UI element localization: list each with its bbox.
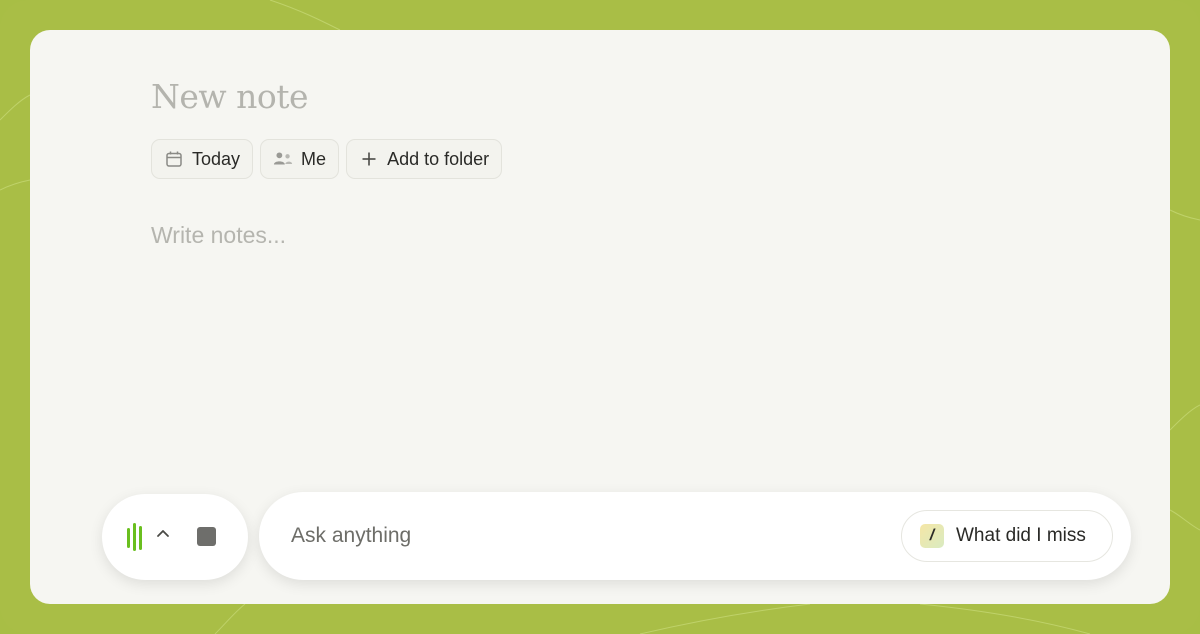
- date-chip-label: Today: [192, 148, 241, 169]
- add-to-folder-button[interactable]: Add to folder: [346, 139, 503, 179]
- plus-icon: [359, 149, 379, 169]
- note-card: New note Today Me Add to folder Write no…: [30, 30, 1170, 604]
- app-frame: New note Today Me Add to folder Write no…: [0, 0, 1200, 634]
- attendees-chip-button[interactable]: Me: [260, 139, 340, 179]
- people-icon: [273, 149, 293, 169]
- ask-bar[interactable]: Ask anything / What did I miss: [259, 492, 1131, 580]
- date-chip-button[interactable]: Today: [151, 139, 254, 179]
- audio-bars-icon[interactable]: [126, 522, 148, 557]
- note-body-editor[interactable]: Write notes...: [151, 222, 286, 249]
- recording-control: [102, 494, 248, 580]
- ask-input[interactable]: Ask anything: [291, 524, 411, 548]
- chevron-up-icon[interactable]: [156, 526, 170, 545]
- stop-icon[interactable]: [197, 527, 216, 546]
- what-did-i-miss-button[interactable]: / What did I miss: [901, 510, 1113, 562]
- attendees-chip-label: Me: [301, 148, 327, 169]
- add-to-folder-label: Add to folder: [387, 148, 490, 169]
- calendar-icon: [164, 149, 184, 169]
- what-did-i-miss-label: What did I miss: [956, 525, 1086, 546]
- note-meta-chips: Today Me Add to folder: [151, 139, 503, 179]
- note-title-field[interactable]: New note: [151, 77, 309, 116]
- slash-shortcut-icon: /: [920, 524, 944, 548]
